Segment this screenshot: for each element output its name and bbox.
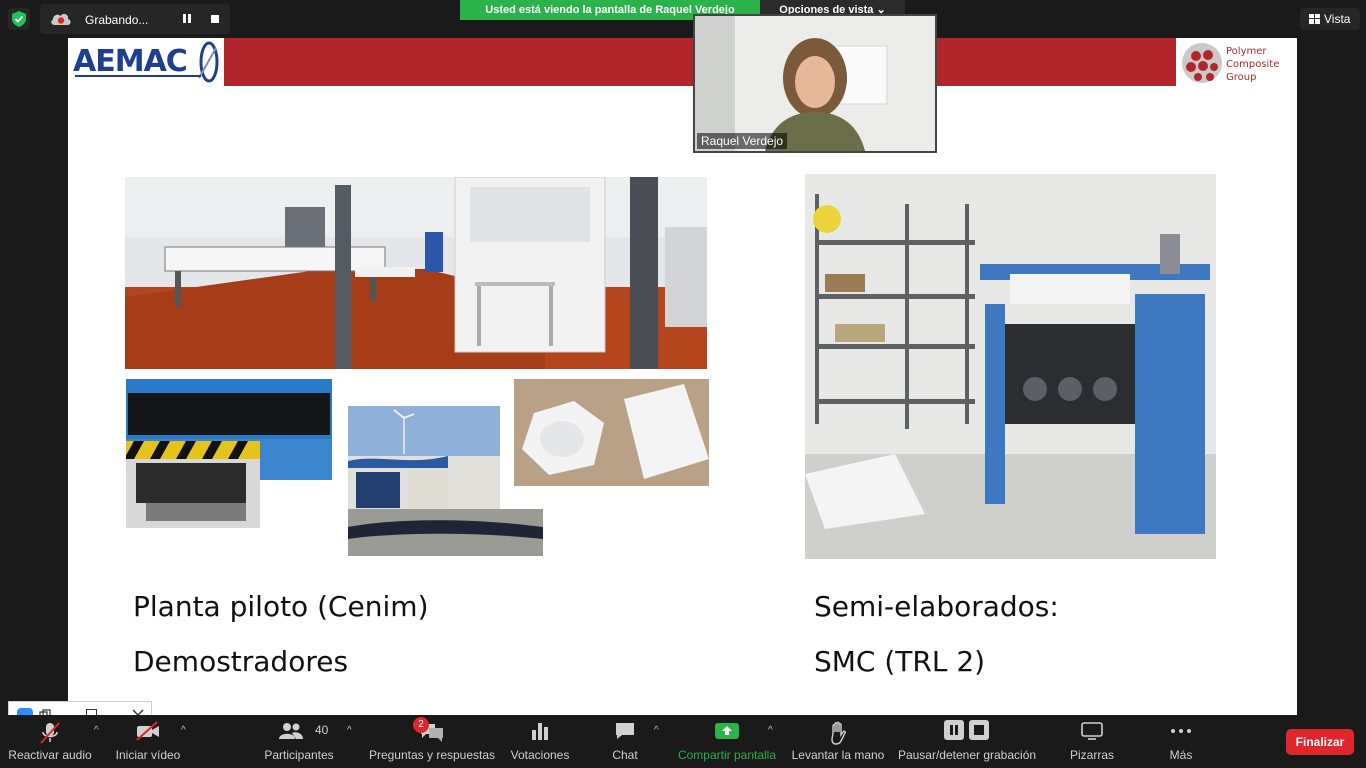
chat-options-caret[interactable]: ^ xyxy=(654,725,659,736)
recording-indicator: Grabando... xyxy=(40,4,230,34)
audio-options-caret[interactable]: ^ xyxy=(94,725,99,736)
share-options-caret[interactable]: ^ xyxy=(768,725,773,736)
press-machine-photo xyxy=(126,441,260,528)
polls-label: Votaciones xyxy=(510,748,570,762)
top-bar: Grabando... Usted está viendo la pantall… xyxy=(0,0,1366,38)
zoom-meeting-window: Grabando... Usted está viendo la pantall… xyxy=(0,0,1366,768)
view-button[interactable]: Vista xyxy=(1300,8,1360,30)
share-screen-button[interactable]: Compartir pantalla xyxy=(674,715,780,768)
qa-button[interactable]: Preguntas y respuestas xyxy=(368,715,496,768)
qa-unread-badge: 2 xyxy=(413,717,429,733)
security-shield-icon[interactable] xyxy=(8,8,30,30)
participants-icon xyxy=(279,723,303,739)
chat-button[interactable]: Chat xyxy=(600,715,650,768)
whiteboards-label: Pizarras xyxy=(1069,748,1114,762)
grid-view-icon xyxy=(1309,14,1320,24)
recording-label: Grabando... xyxy=(85,13,149,27)
pause-stop-recording-label: Pausar/detener grabación xyxy=(897,748,1037,762)
participants-count: 40 xyxy=(315,723,329,737)
participants-label: Participantes xyxy=(264,748,334,762)
svg-text:AEMAC: AEMAC xyxy=(73,44,187,79)
more-button[interactable]: Más xyxy=(1158,715,1204,768)
share-screen-icon xyxy=(715,723,739,739)
stop-recording-icon[interactable] xyxy=(211,15,219,23)
smc-line-photo xyxy=(805,174,1216,559)
video-off-icon xyxy=(136,721,159,741)
raise-hand-label: Levantar la mano xyxy=(791,748,885,762)
share-screen-label: Compartir pantalla xyxy=(677,748,777,762)
dome-part-photo xyxy=(514,379,709,486)
polls-button[interactable]: Votaciones xyxy=(503,715,577,768)
end-meeting-button[interactable]: Finalizar xyxy=(1286,729,1354,755)
participant-name-label: Raquel Verdejo xyxy=(697,133,788,149)
view-button-label: Vista xyxy=(1324,12,1351,26)
polls-icon xyxy=(532,723,548,740)
unmute-audio-label: Reactivar audio xyxy=(8,748,92,762)
caption-demonstrators: Demostradores xyxy=(133,645,349,678)
start-video-label: Iniciar vídeo xyxy=(115,748,181,762)
demonstrator-beam-photo xyxy=(348,509,543,556)
whiteboards-button[interactable]: Pizarras xyxy=(1062,715,1122,768)
cloud-recording-icon xyxy=(51,13,71,25)
raise-hand-icon xyxy=(831,721,846,745)
slide-header-band xyxy=(68,38,1297,86)
meeting-toolbar: Reactivar audio ^ Iniciar vídeo ^ Partic… xyxy=(0,715,1366,768)
pause-stop-recording-button[interactable]: Pausar/detener grabación xyxy=(894,715,1040,768)
chat-label: Chat xyxy=(612,748,638,762)
qa-label: Preguntas y respuestas xyxy=(368,748,496,762)
polymer-composite-group-logo: Polymer Composite Group xyxy=(1176,38,1297,86)
chat-icon xyxy=(616,723,634,739)
caption-pilot-plant: Planta piloto (Cenim) xyxy=(133,590,429,623)
pilot-plant-photo xyxy=(125,177,707,369)
participant-video xyxy=(695,16,935,151)
whiteboard-icon xyxy=(1081,722,1103,740)
raise-hand-button[interactable]: Levantar la mano xyxy=(788,715,888,768)
participants-options-caret[interactable]: ^ xyxy=(347,725,352,736)
participant-video-tile[interactable]: Raquel Verdejo xyxy=(693,14,937,153)
building-wind-turbine-photo xyxy=(348,406,500,510)
shared-screen-slide: AEMAC Polymer Composite Group Planta pil… xyxy=(68,38,1297,715)
mic-muted-icon xyxy=(40,722,60,744)
video-options-caret[interactable]: ^ xyxy=(181,725,186,736)
caption-semi-finished: Semi-elaborados: xyxy=(814,590,1059,623)
pause-recording-icon[interactable] xyxy=(183,14,193,24)
pcg-line-2: Composite xyxy=(1226,59,1279,70)
aemac-logo: AEMAC xyxy=(68,38,224,86)
pause-stop-recording-icon xyxy=(944,720,989,740)
pcg-line-1: Polymer xyxy=(1226,46,1267,57)
more-dots-icon xyxy=(1171,729,1191,733)
caption-smc: SMC (TRL 2) xyxy=(814,645,986,678)
pcg-line-3: Group xyxy=(1226,72,1256,83)
more-label: Más xyxy=(1169,748,1193,762)
unmute-audio-button[interactable]: Reactivar audio xyxy=(2,715,98,768)
start-video-button[interactable]: Iniciar vídeo xyxy=(108,715,188,768)
